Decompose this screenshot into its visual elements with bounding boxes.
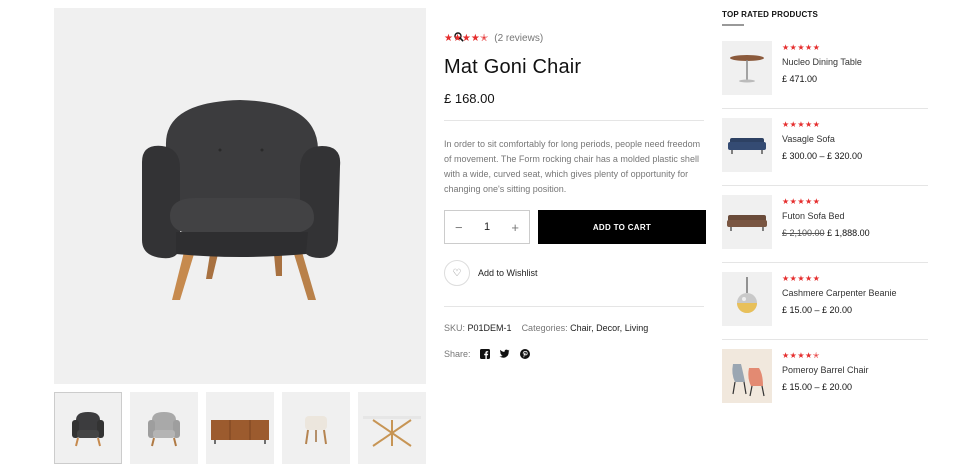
product-price: £ 471.00 bbox=[782, 74, 818, 84]
list-item[interactable]: ★★★★✭ Pomeroy Barrel Chair £ 15.00 – £ 2… bbox=[722, 340, 928, 417]
product-title: Mat Goni Chair bbox=[444, 56, 582, 78]
heart-icon[interactable]: ♡ bbox=[444, 260, 470, 286]
product-price: £ 15.00 – £ 20.00 bbox=[782, 382, 853, 392]
add-to-cart-button[interactable]: ADD TO CART bbox=[538, 210, 706, 244]
product-meta: SKU: P01DEM-1 Categories: Chair, Decor, … bbox=[444, 323, 649, 333]
main-product-image[interactable] bbox=[54, 8, 470, 384]
thumbnail-strip bbox=[54, 392, 426, 464]
product-name[interactable]: Nucleo Dining Table bbox=[782, 57, 862, 67]
pendant-lamp-icon bbox=[737, 277, 757, 313]
product-stars: ★★★★★ bbox=[782, 197, 821, 206]
thumbnail-dark-armchair[interactable] bbox=[54, 392, 122, 464]
barrel-chair-icon bbox=[732, 364, 765, 397]
thumbnail-cross-leg-table[interactable] bbox=[358, 392, 426, 464]
thumbnail-stool[interactable] bbox=[282, 392, 350, 464]
reviews-link[interactable]: (2 reviews) bbox=[494, 33, 543, 44]
twitter-icon[interactable] bbox=[499, 348, 511, 360]
grey-armchair-icon bbox=[148, 412, 180, 447]
sofa-icon bbox=[728, 138, 766, 154]
sofa-bed-icon bbox=[727, 215, 767, 231]
quantity-stepper[interactable]: − 1 + bbox=[444, 210, 530, 244]
product-price: £ 15.00 – £ 20.00 bbox=[782, 305, 853, 315]
product-summary: ★★★★✭ (2 reviews) Mat Goni Chair £ 168.0… bbox=[444, 30, 706, 359]
category-link[interactable]: Living bbox=[625, 323, 649, 333]
armchair-icon bbox=[72, 412, 104, 447]
product-price: £ 168.00 bbox=[444, 91, 495, 106]
list-item[interactable]: ★★★★★ Futon Sofa Bed £ 2,100.00 £ 1,888.… bbox=[722, 186, 928, 263]
dining-table-icon bbox=[730, 55, 764, 83]
wishlist-row[interactable]: ♡ Add to Wishlist bbox=[444, 260, 538, 286]
category-link[interactable]: Decor bbox=[596, 323, 620, 333]
minus-button[interactable]: − bbox=[455, 220, 463, 235]
product-info: ★★★★★ Futon Sofa Bed £ 2,100.00 £ 1,888.… bbox=[782, 195, 870, 262]
product-info: ★★★★★ Cashmere Carpenter Beanie £ 15.00 … bbox=[782, 272, 897, 339]
category-link[interactable]: Chair bbox=[570, 323, 591, 333]
product-info: ★★★★★ Vasagle Sofa £ 300.00 – £ 320.00 bbox=[782, 118, 862, 185]
stool-icon bbox=[305, 416, 327, 445]
quantity-value[interactable]: 1 bbox=[484, 221, 490, 233]
product-name[interactable]: Vasagle Sofa bbox=[782, 134, 862, 144]
star-rating: ★★★★✭ bbox=[444, 32, 489, 44]
list-item[interactable]: ★★★★★ Nucleo Dining Table £ 471.00 bbox=[722, 32, 928, 109]
thumbnail-wooden-sideboard[interactable] bbox=[206, 392, 274, 464]
sku-label: SKU: bbox=[444, 323, 466, 333]
product-thumbnail[interactable] bbox=[722, 41, 772, 95]
product-list: ★★★★★ Nucleo Dining Table £ 471.00 ★★★★★… bbox=[722, 32, 928, 417]
product-description: In order to sit comfortably for long per… bbox=[444, 139, 701, 194]
product-thumbnail[interactable] bbox=[722, 118, 772, 172]
categories-label: Categories: bbox=[521, 323, 568, 333]
product-info: ★★★★✭ Pomeroy Barrel Chair £ 15.00 – £ 2… bbox=[782, 349, 869, 417]
product-stars: ★★★★✭ bbox=[782, 351, 820, 360]
sideboard-icon bbox=[211, 420, 269, 444]
wishlist-label[interactable]: Add to Wishlist bbox=[478, 268, 538, 278]
product-stars: ★★★★★ bbox=[782, 43, 821, 52]
rating-row: ★★★★✭ (2 reviews) bbox=[444, 30, 706, 46]
product-thumbnail[interactable] bbox=[722, 349, 772, 403]
list-item[interactable]: ★★★★★ Cashmere Carpenter Beanie £ 15.00 … bbox=[722, 263, 928, 340]
sale-price: £ 1,888.00 bbox=[827, 228, 870, 238]
product-thumbnail[interactable] bbox=[722, 195, 772, 249]
armchair-image bbox=[142, 100, 341, 300]
product-info: ★★★★★ Nucleo Dining Table £ 471.00 bbox=[782, 41, 862, 108]
product-thumbnail[interactable] bbox=[722, 272, 772, 326]
product-stars: ★★★★★ bbox=[782, 274, 821, 283]
product-name[interactable]: Pomeroy Barrel Chair bbox=[782, 365, 869, 375]
product-price: £ 300.00 – £ 320.00 bbox=[782, 151, 863, 161]
top-rated-sidebar: TOP RATED PRODUCTS ★★★★★ Nucleo Dining T… bbox=[722, 10, 928, 417]
table-icon bbox=[363, 416, 421, 447]
product-name[interactable]: Cashmere Carpenter Beanie bbox=[782, 288, 897, 298]
sku-value: P01DEM-1 bbox=[467, 323, 512, 333]
divider bbox=[444, 120, 704, 121]
title-underline bbox=[722, 24, 744, 26]
plus-button[interactable]: + bbox=[511, 220, 519, 235]
facebook-icon[interactable] bbox=[479, 348, 491, 360]
product-name[interactable]: Futon Sofa Bed bbox=[782, 211, 870, 221]
cart-row: − 1 + ADD TO CART bbox=[444, 210, 706, 244]
share-label: Share: bbox=[444, 349, 471, 359]
list-item[interactable]: ★★★★★ Vasagle Sofa £ 300.00 – £ 320.00 bbox=[722, 109, 928, 186]
pinterest-icon[interactable] bbox=[519, 348, 531, 360]
divider bbox=[444, 306, 704, 307]
share-row: Share: bbox=[444, 348, 531, 360]
product-price: £ 2,100.00 £ 1,888.00 bbox=[782, 228, 870, 238]
thumbnail-grey-armchair[interactable] bbox=[130, 392, 198, 464]
product-stars: ★★★★★ bbox=[782, 120, 821, 129]
old-price: £ 2,100.00 bbox=[782, 228, 825, 238]
sidebar-title: TOP RATED PRODUCTS bbox=[722, 10, 819, 19]
